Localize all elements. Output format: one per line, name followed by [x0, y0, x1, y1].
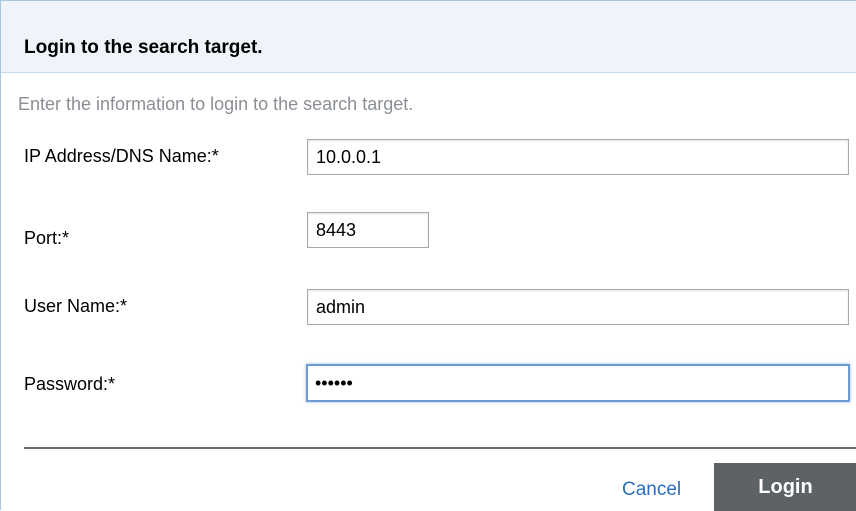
dialog-title: Login to the search target.	[24, 37, 263, 58]
login-button[interactable]: Login	[714, 463, 856, 511]
password-input[interactable]	[306, 364, 850, 402]
cancel-link[interactable]: Cancel	[622, 479, 681, 501]
ip-address-label: IP Address/DNS Name:*	[24, 146, 219, 166]
ip-address-input[interactable]	[307, 139, 849, 175]
username-label: User Name:*	[24, 296, 128, 316]
username-input[interactable]	[307, 289, 849, 325]
password-label: Password:*	[24, 374, 116, 394]
dialog-header: Login to the search target.	[1, 1, 856, 73]
port-label: Port:*	[24, 228, 70, 248]
dialog-description: Enter the information to login to the se…	[18, 94, 414, 114]
login-dialog: Login to the search target. Enter the in…	[0, 0, 856, 511]
footer-divider	[24, 447, 856, 449]
port-input[interactable]	[307, 212, 429, 248]
